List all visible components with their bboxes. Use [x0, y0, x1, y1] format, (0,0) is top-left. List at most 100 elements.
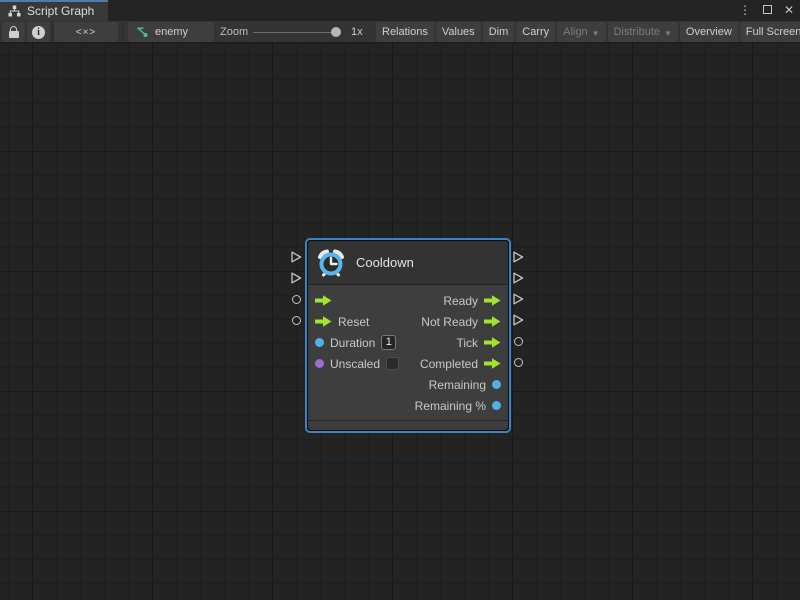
port-label: Tick: [456, 336, 478, 350]
flow-port-triangle-icon: [512, 314, 524, 326]
input-port-unscaled[interactable]: Unscaled: [315, 357, 399, 371]
flow-port-triangle-icon: [290, 251, 302, 263]
toolbar-button-label: Distribute: [614, 26, 660, 38]
graph-canvas[interactable]: Cooldown Ready Reset Not Ready Duration 1 Tic…: [0, 43, 800, 600]
toolbar-button-distribute[interactable]: Distribute ▼: [608, 22, 678, 42]
output-port-remaining[interactable]: Remaining: [429, 378, 501, 392]
output-port-tick[interactable]: Tick: [456, 336, 501, 350]
toolbar-button-group: Relations Values Dim Carry Align ▼ Distribute ▼…: [376, 22, 800, 42]
unscaled-checkbox[interactable]: [386, 357, 399, 370]
port-label: Remaining: [429, 378, 486, 392]
toolbar-button-values[interactable]: Values: [436, 22, 481, 42]
toolbar-button-label: Carry: [522, 26, 549, 38]
output-port-not-ready[interactable]: Not Ready: [421, 315, 501, 329]
node-inner: Cooldown Ready Reset Not Ready Duration 1 Tic…: [308, 241, 508, 430]
external-right-port-ready[interactable]: [512, 251, 524, 263]
value-port-circle-icon: [514, 337, 523, 346]
breadcrumb[interactable]: enemy: [128, 22, 214, 42]
value-port-circle-icon: [292, 295, 301, 304]
breadcrumb-label: enemy: [155, 26, 188, 38]
port-row: Remaining %: [308, 395, 508, 416]
external-left-port-flow[interactable]: [290, 251, 302, 263]
node-header[interactable]: Cooldown: [308, 241, 508, 285]
node-body: Ready Reset Not Ready Duration 1 Tick Unscaled…: [308, 285, 508, 420]
external-right-port-tick[interactable]: [512, 293, 524, 305]
flow-port-arrow-icon: [484, 316, 501, 327]
external-right-port-completed[interactable]: [512, 314, 524, 326]
value-port-circle-icon: [514, 358, 523, 367]
lock-icon: [9, 26, 19, 38]
duration-value-field[interactable]: 1: [381, 335, 396, 350]
port-label: Unscaled: [330, 357, 380, 371]
output-port-remaining-%[interactable]: Remaining %: [415, 399, 501, 413]
port-label: Not Ready: [421, 315, 478, 329]
graph-toolbar: i <×> enemy Zoom 1x RelationsValuesDimCa…: [0, 21, 800, 43]
external-right-port-not-ready[interactable]: [512, 272, 524, 284]
node-footer: [308, 420, 508, 430]
toolbar-button-label: Full Screen: [746, 26, 800, 38]
close-icon[interactable]: ✕: [782, 0, 796, 21]
window-menu-icon[interactable]: ⋮: [738, 0, 752, 21]
flow-port-arrow-icon: [484, 337, 501, 348]
info-icon: i: [32, 26, 45, 39]
port-row: Remaining: [308, 374, 508, 395]
toolbar-button-carry[interactable]: Carry: [516, 22, 555, 42]
lock-button[interactable]: [2, 22, 25, 42]
toolbar-button-label: Align: [563, 26, 587, 38]
port-label: Completed: [420, 357, 478, 371]
toolbar-button-overview[interactable]: Overview: [680, 22, 738, 42]
tab-label: Script Graph: [27, 4, 94, 18]
tab-script-graph[interactable]: Script Graph: [0, 0, 108, 21]
input-port-enter[interactable]: [315, 295, 332, 306]
output-port-completed[interactable]: Completed: [420, 357, 501, 371]
maximize-icon[interactable]: [760, 0, 774, 21]
port-row: Reset Not Ready: [308, 311, 508, 332]
toolbar-button-label: Relations: [382, 26, 428, 38]
value-port-dot-icon: [315, 359, 324, 368]
zoom-slider-track[interactable]: [253, 32, 335, 33]
flow-port-arrow-icon: [484, 358, 501, 369]
external-left-port-duration[interactable]: [290, 293, 302, 305]
port-label: Ready: [443, 294, 478, 308]
toolbar-separator: [122, 23, 123, 41]
code-view-button[interactable]: <×>: [54, 22, 118, 42]
flow-port-arrow-icon: [315, 316, 332, 327]
zoom-slider[interactable]: [253, 21, 343, 43]
node-cooldown[interactable]: Cooldown Ready Reset Not Ready Duration 1 Tic…: [305, 238, 511, 433]
value-port-dot-icon: [315, 338, 324, 347]
flow-port-arrow-icon: [484, 295, 501, 306]
toolbar-button-align[interactable]: Align ▼: [557, 22, 605, 42]
flow-port-triangle-icon: [512, 251, 524, 263]
toolbar-button-dim[interactable]: Dim: [483, 22, 515, 42]
external-left-port-reset[interactable]: [290, 272, 302, 284]
maximize-box: [763, 5, 772, 14]
port-label: Duration: [330, 336, 375, 350]
zoom-label: Zoom: [220, 21, 248, 43]
chevron-down-icon: ▼: [664, 29, 672, 38]
graph-asset-icon: [136, 26, 149, 39]
port-label: Reset: [338, 315, 369, 329]
flow-port-triangle-icon: [290, 272, 302, 284]
toolbar-button-relations[interactable]: Relations: [376, 22, 434, 42]
input-port-reset[interactable]: Reset: [315, 315, 369, 329]
flow-port-triangle-icon: [512, 293, 524, 305]
window-controls: ⋮ ✕: [738, 0, 796, 21]
input-port-duration[interactable]: Duration 1: [315, 335, 396, 350]
tab-bar: Script Graph ⋮ ✕: [0, 0, 800, 21]
flow-port-arrow-icon: [315, 295, 332, 306]
chevron-down-icon: ▼: [592, 29, 600, 38]
toolbar-button-full-screen[interactable]: Full Screen: [740, 22, 800, 42]
node-title: Cooldown: [356, 255, 414, 270]
output-port-ready[interactable]: Ready: [443, 294, 501, 308]
external-left-port-unscaled[interactable]: [290, 314, 302, 326]
port-label: Remaining %: [415, 399, 486, 413]
toolbar-separator: [52, 23, 53, 41]
value-port-circle-icon: [292, 316, 301, 325]
zoom-slider-handle[interactable]: [331, 27, 341, 37]
info-button[interactable]: i: [27, 22, 50, 42]
alarm-clock-icon: [316, 248, 346, 278]
external-right-port-remaining[interactable]: [512, 335, 524, 347]
external-right-port-remaining-%[interactable]: [512, 356, 524, 368]
toolbar-button-label: Values: [442, 26, 475, 38]
flow-port-triangle-icon: [512, 272, 524, 284]
